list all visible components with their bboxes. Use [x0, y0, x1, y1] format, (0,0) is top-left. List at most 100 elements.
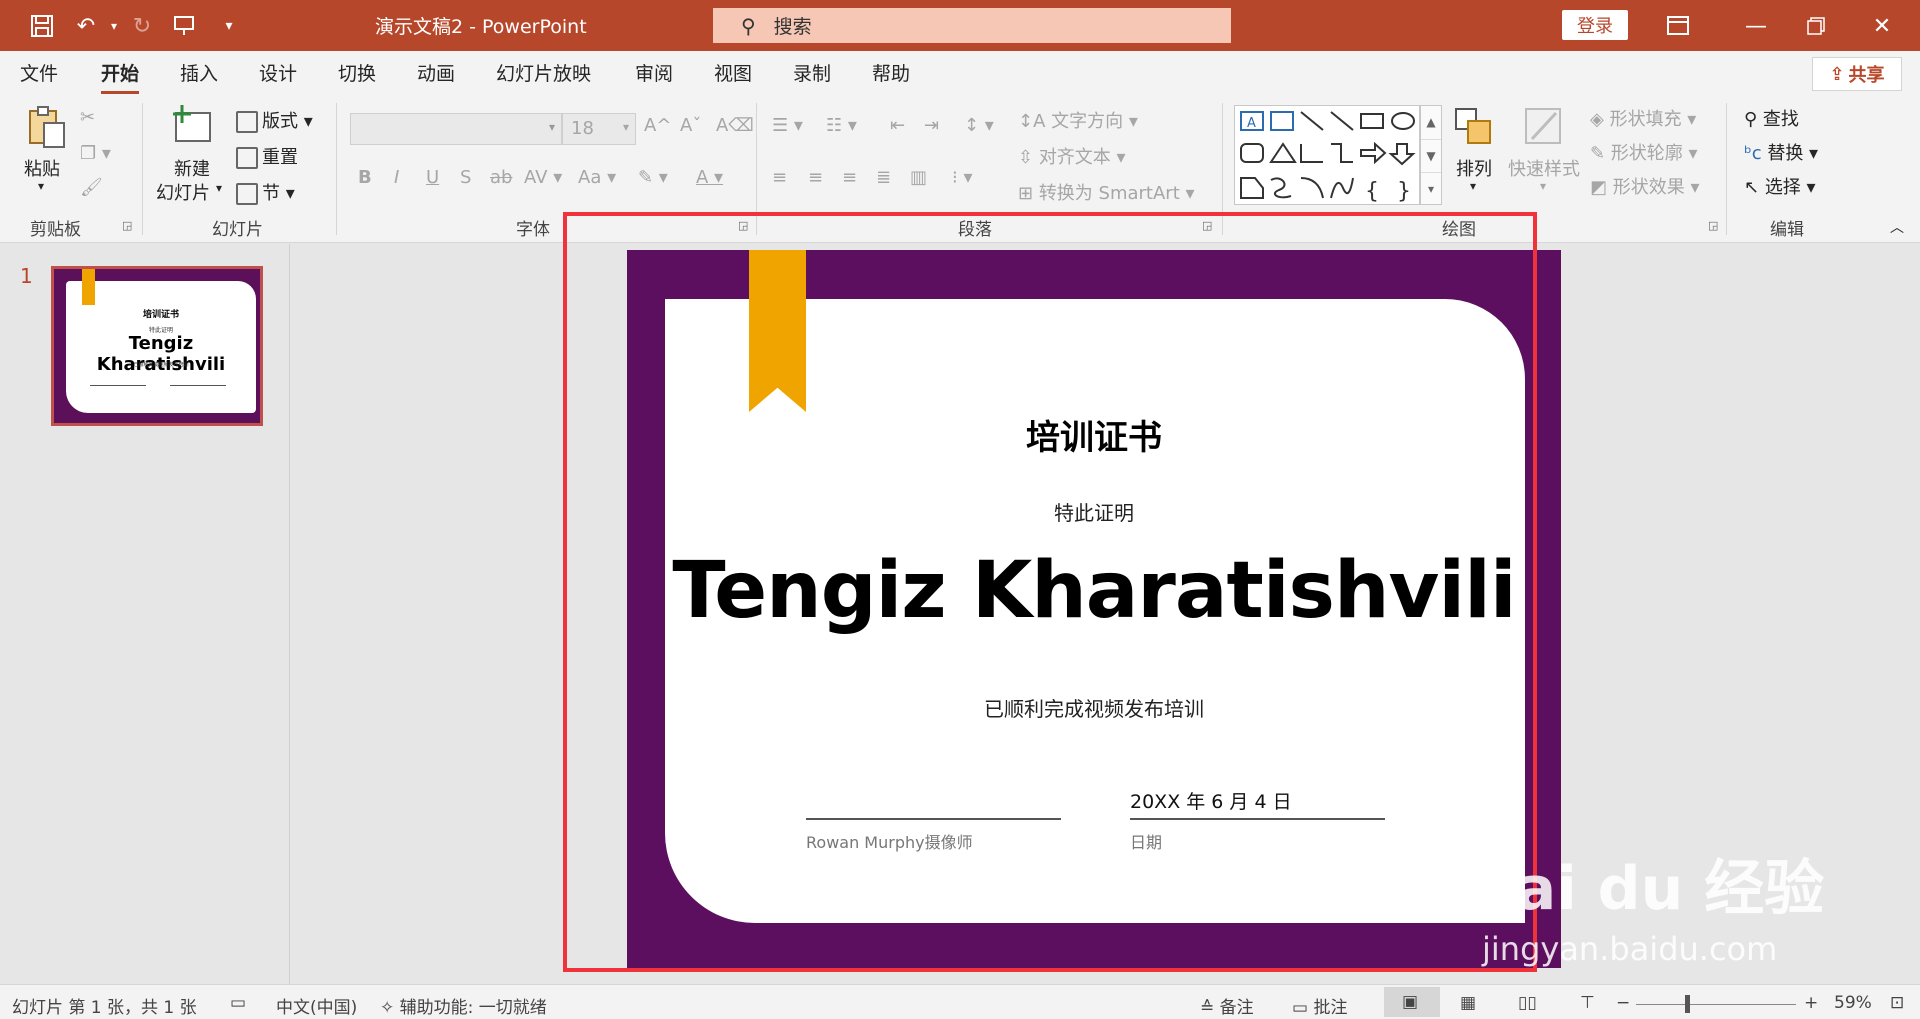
cut-icon[interactable]: ✂: [80, 107, 95, 128]
italic-icon[interactable]: I: [394, 167, 399, 188]
paste-dropdown-icon[interactable]: ▾: [38, 179, 44, 193]
align-left-icon[interactable]: ≡: [772, 167, 787, 188]
tab-transitions[interactable]: 切换: [338, 59, 376, 86]
slide-sorter-icon[interactable]: ▦: [1460, 993, 1476, 1013]
close-icon[interactable]: ✕: [1868, 12, 1896, 40]
increase-font-icon[interactable]: A^: [644, 115, 671, 136]
drawing-launcher-icon[interactable]: ◲: [1708, 219, 1718, 232]
language-indicator[interactable]: 中文(中国): [276, 993, 357, 1018]
scroll-down-icon[interactable]: ▼: [1421, 139, 1441, 172]
undo-icon[interactable]: ↶: [72, 12, 100, 40]
section-button[interactable]: 节 ▾: [236, 179, 295, 205]
zoom-slider-thumb[interactable]: [1685, 995, 1690, 1013]
save-icon[interactable]: [28, 12, 56, 40]
zoom-level[interactable]: 59%: [1834, 993, 1872, 1013]
align-right-icon[interactable]: ≡: [842, 167, 857, 188]
fit-to-window-icon[interactable]: ⊡: [1890, 993, 1904, 1013]
align-center-icon[interactable]: ≡: [808, 167, 823, 188]
paste-label[interactable]: 粘贴: [24, 155, 60, 181]
underline-icon[interactable]: U: [426, 167, 439, 188]
arrange-dropdown-icon[interactable]: ▾: [1470, 179, 1476, 193]
find-button[interactable]: ⚲ 查找: [1744, 105, 1799, 131]
select-button[interactable]: ↖ 选择 ▾: [1744, 173, 1816, 199]
decrease-font-icon[interactable]: Aˇ: [680, 115, 701, 136]
customize-toolbar-icon[interactable]: ▾: [215, 12, 243, 40]
new-slide-label-1[interactable]: 新建: [174, 155, 210, 181]
shape-outline-button[interactable]: ✎ 形状轮廓 ▾: [1590, 139, 1698, 165]
share-button[interactable]: ⇪ 共享: [1812, 57, 1902, 91]
login-button[interactable]: 登录: [1562, 10, 1628, 40]
new-slide-icon[interactable]: [170, 103, 214, 147]
reading-view-icon[interactable]: ▯▯: [1518, 993, 1537, 1013]
tab-home[interactable]: 开始: [101, 59, 140, 94]
character-spacing-icon[interactable]: AV ▾: [524, 167, 562, 188]
arrange-label[interactable]: 排列: [1456, 155, 1492, 181]
clipboard-launcher-icon[interactable]: ◲: [122, 219, 132, 232]
collapse-ribbon-icon[interactable]: ︿: [1890, 217, 1904, 237]
redo-icon[interactable]: ↻: [128, 12, 156, 40]
shapes-gallery-scroll[interactable]: ▲ ▼ ▾: [1420, 105, 1442, 205]
tab-design[interactable]: 设计: [259, 59, 297, 86]
zoom-slider-track[interactable]: [1636, 1004, 1796, 1005]
slide-thumbnail[interactable]: 培训证书 特此证明 Tengiz Kharatishvili 已顺利完成视频发布…: [51, 266, 263, 426]
columns-icon[interactable]: ▥: [910, 167, 927, 188]
shadow-icon[interactable]: S: [460, 167, 471, 188]
replace-button[interactable]: ᵇc 替换 ▾: [1744, 139, 1818, 165]
tab-slideshow[interactable]: 幻灯片放映: [496, 59, 591, 86]
shape-fill-button[interactable]: ◈ 形状填充 ▾: [1590, 105, 1696, 131]
gallery-more-icon[interactable]: ▾: [1421, 172, 1441, 204]
justify-icon[interactable]: ≣: [876, 167, 891, 188]
scroll-up-icon[interactable]: ▲: [1421, 106, 1441, 139]
undo-dropdown-icon[interactable]: ▾: [100, 12, 128, 40]
paste-icon[interactable]: [24, 105, 68, 149]
ribbon-display-options-icon[interactable]: [1664, 12, 1692, 40]
arrange-icon[interactable]: [1452, 105, 1496, 149]
decrease-indent-icon[interactable]: ⇤: [890, 115, 905, 136]
copy-icon[interactable]: ❐ ▾: [80, 143, 111, 164]
tab-insert[interactable]: 插入: [180, 59, 218, 86]
highlight-icon[interactable]: ✎ ▾: [638, 167, 668, 188]
line-spacing-icon[interactable]: ↕ ▾: [964, 115, 994, 136]
new-slide-label-2[interactable]: 幻灯片: [156, 179, 210, 205]
change-case-icon[interactable]: Aa ▾: [578, 167, 616, 188]
spell-check-icon[interactable]: ▭: [230, 993, 246, 1013]
align-text-button[interactable]: ⇳ 对齐文本 ▾: [1018, 143, 1126, 169]
increase-indent-icon[interactable]: ⇥: [924, 115, 939, 136]
strikethrough-icon[interactable]: ab: [490, 167, 512, 188]
tab-record[interactable]: 录制: [793, 59, 831, 86]
font-color-icon[interactable]: A ▾: [696, 167, 723, 188]
quick-styles-label[interactable]: 快速样式: [1508, 155, 1580, 181]
tab-file[interactable]: 文件: [20, 59, 58, 86]
tab-help[interactable]: 帮助: [872, 59, 910, 86]
numbering-icon[interactable]: ☷ ▾: [826, 115, 857, 136]
accessibility-status[interactable]: ✧ 辅助功能: 一切就绪: [380, 993, 547, 1018]
shape-effects-button[interactable]: ◩ 形状效果 ▾: [1590, 173, 1700, 199]
new-slide-dropdown-icon[interactable]: ▾: [216, 181, 222, 195]
reset-button[interactable]: 重置: [236, 143, 298, 169]
format-painter-icon[interactable]: 🖌: [80, 177, 103, 198]
bold-icon[interactable]: B: [358, 167, 372, 188]
tab-animations[interactable]: 动画: [417, 59, 455, 86]
zoom-in-icon[interactable]: +: [1804, 993, 1818, 1013]
present-icon[interactable]: [170, 12, 198, 40]
tab-review[interactable]: 审阅: [635, 59, 673, 86]
font-size-field[interactable]: 18 ▾: [562, 113, 636, 145]
layout-button[interactable]: 版式 ▾: [236, 107, 313, 133]
clear-format-icon[interactable]: A⌫: [716, 115, 754, 136]
notes-button[interactable]: ≙ 备注: [1200, 993, 1254, 1018]
comments-button[interactable]: ▭ 批注: [1292, 993, 1347, 1018]
tab-view[interactable]: 视图: [714, 59, 752, 86]
normal-view-button[interactable]: ▣: [1384, 987, 1440, 1017]
distribute-icon[interactable]: ⁝ ▾: [952, 167, 972, 188]
font-name-field[interactable]: ▾: [350, 113, 562, 145]
quick-styles-icon[interactable]: [1522, 105, 1566, 149]
restore-icon[interactable]: [1802, 12, 1830, 40]
bullets-icon[interactable]: ☰ ▾: [772, 115, 803, 136]
convert-smartart-button[interactable]: ⊞ 转换为 SmartArt ▾: [1018, 179, 1195, 205]
zoom-out-icon[interactable]: −: [1616, 993, 1630, 1013]
search-input[interactable]: ⚲ 搜索: [713, 8, 1231, 43]
quick-styles-dropdown-icon[interactable]: ▾: [1540, 179, 1546, 193]
shapes-gallery[interactable]: A { }: [1234, 105, 1420, 205]
slideshow-view-icon[interactable]: ⊤: [1580, 993, 1595, 1013]
minimize-icon[interactable]: —: [1742, 12, 1770, 40]
